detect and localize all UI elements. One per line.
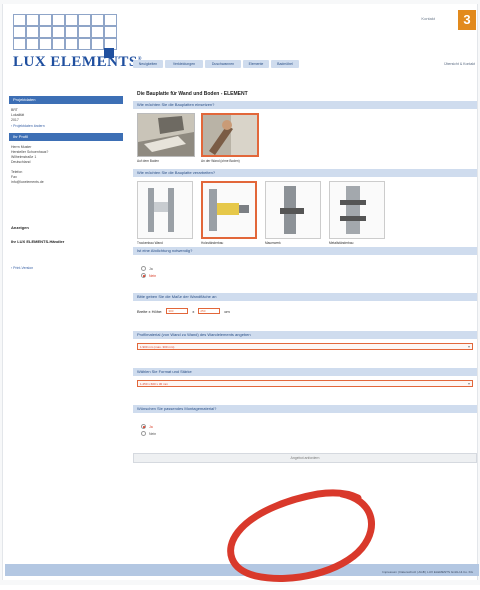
logo-grid-cell (39, 38, 52, 50)
logo-grid-cell (26, 14, 39, 26)
sidebar-print-link[interactable]: › Print-Version (9, 265, 123, 271)
chevron-down-icon: ▾ (467, 344, 470, 349)
footer-text: Impressum | Datenschutz | AGB | LUX ELEM… (382, 570, 473, 574)
dimensions-row: Breite x Höhe: 300 x 250 cm (133, 305, 477, 317)
sealing-yes-radio[interactable] (141, 266, 146, 271)
height-input[interactable]: 250 (198, 308, 221, 314)
logo-grid-cell (52, 26, 65, 38)
logo-grid-cell (13, 38, 26, 50)
timber-frame-diagram (209, 189, 249, 231)
logo-grid-cell (39, 26, 52, 38)
usage-options: Auf dem Boden An der Wand (ohne Boden) (133, 113, 477, 169)
mounting-no-option[interactable]: Nein (133, 430, 477, 437)
question-profile: Profilmaterial (von Wand zu Wand) des Wa… (133, 331, 477, 339)
page: Kontakt LUX ELEMENTS® Neuigkeiten Verkle… (0, 0, 480, 585)
chevron-down-icon: ▾ (467, 381, 470, 386)
question-sealing: Ist eine Abdichtung notwendig? (133, 247, 477, 255)
drywall-diagram (148, 188, 174, 232)
metal-frame-diagram (340, 186, 366, 234)
logo-grid-cell (104, 14, 117, 26)
question-format: Wählen Sie Format und Stärke (133, 368, 477, 376)
masonry-caption: Mauerwerk (265, 241, 281, 245)
wall-photo-image (203, 115, 257, 155)
request-quote-button[interactable]: Angebot anfordern (133, 453, 477, 463)
logo-grid-cell (78, 14, 91, 26)
page-number-badge: 3 (458, 10, 476, 30)
brand-logo-text: LUX ELEMENTS (13, 54, 138, 70)
page-title: Die Bauplatte für Wand und Boden - ELEME… (137, 91, 248, 97)
logo-grid-cell (91, 38, 104, 50)
sidebar-project-heading: Projektdaten (9, 96, 123, 104)
mounting-yes-label: Ja (149, 424, 153, 429)
nav-tab-cladding[interactable]: Verkleidungen (165, 60, 203, 68)
brochure-page: Kontakt LUX ELEMENTS® Neuigkeiten Verkle… (2, 4, 479, 580)
nav-overview-link[interactable]: Übersicht & Kontakt (444, 60, 475, 68)
logo-grid-cell (26, 38, 39, 50)
mounting-yes-option[interactable]: Ja (133, 423, 477, 430)
nav-tab-shower-trays[interactable]: Duschwannen (205, 60, 241, 68)
logo-grid-cell (65, 38, 78, 50)
question-dimensions: Bitte geben Sie die Maße der Wandfläche … (133, 293, 477, 301)
floor-photo-option[interactable] (137, 113, 195, 157)
dimensions-label: Breite x Höhe: (137, 308, 163, 314)
floor-photo-image (138, 114, 194, 156)
sealing-no-label: Nein (149, 273, 157, 278)
mounting-yes-radio[interactable] (141, 424, 146, 429)
format-select[interactable]: 1.250 x 600 x 30 mm ▾ (137, 380, 473, 387)
nav-tab-elements[interactable]: Elemente (243, 60, 269, 68)
format-select-value: 1.250 x 600 x 30 mm (140, 382, 169, 386)
sidebar-profile-heading: Ihr Profil (9, 133, 123, 141)
question-processing: Wie möchten Sie die Bauplatte verarbeite… (133, 169, 477, 177)
sealing-no-radio[interactable] (141, 273, 146, 278)
configurator-form: Die Bauplatte für Wand und Boden - ELEME… (133, 88, 477, 463)
profile-select[interactable]: 1.900 mm (max. 300 mm) ▾ (137, 343, 473, 350)
question-mounting: Wünschen Sie passendes Montagematerial? (133, 405, 477, 413)
sealing-yes-option[interactable]: Ja (133, 265, 477, 272)
logo-grid-cell (26, 26, 39, 38)
wall-photo-caption: An der Wand (ohne Boden) (201, 159, 240, 163)
logo-grid-cell (91, 26, 104, 38)
dimensions-times: x (192, 308, 195, 314)
logo-grid-cell (91, 14, 104, 26)
logo-grid-cell (104, 26, 117, 38)
mounting-no-label: Nein (149, 431, 157, 436)
top-contact-link[interactable]: Kontakt (421, 16, 435, 21)
nav-tab-bath-furniture[interactable]: Badmöbel (271, 60, 299, 68)
logo-grid-cell (78, 26, 91, 38)
processing-options: Trockenbau Wand Holzständerbau Mauerwerk… (133, 181, 477, 247)
profile-select-value: 1.900 mm (max. 300 mm) (140, 345, 175, 349)
logo-grid-cell (65, 26, 78, 38)
floor-photo-caption: Auf dem Boden (137, 159, 159, 163)
question-usage: Wie möchten Sie die Bauplatten einsetzen… (133, 101, 477, 109)
masonry-diagram (280, 186, 304, 234)
timber-frame-option[interactable] (201, 181, 257, 239)
brand-logo[interactable]: LUX ELEMENTS® (13, 54, 142, 71)
sealing-yes-label: Ja (149, 266, 153, 271)
drywall-caption: Trockenbau Wand (137, 241, 163, 245)
logo-grid-cell (52, 38, 65, 50)
logo-grid-cell (52, 14, 65, 26)
logo-grid-cell (78, 38, 91, 50)
dimensions-unit: cm (224, 308, 230, 314)
logo-grid-cell (13, 14, 26, 26)
nav-tab-news[interactable]: Neuigkeiten (133, 60, 163, 68)
metal-frame-caption: Metallständerbau (329, 241, 354, 245)
wall-photo-option[interactable] (201, 113, 259, 157)
masonry-option[interactable] (265, 181, 321, 239)
mounting-no-radio[interactable] (141, 431, 146, 436)
metal-frame-option[interactable] (329, 181, 385, 239)
logo-grid-cell (39, 14, 52, 26)
drywall-option[interactable] (137, 181, 193, 239)
sealing-no-option[interactable]: Nein (133, 272, 477, 279)
logo-grid-cell (65, 14, 78, 26)
timber-frame-caption: Holzständerbau (201, 241, 224, 245)
logo-grid-cell (13, 26, 26, 38)
sidebar: Projektdaten BRT Lokalität 2017 › Projek… (9, 96, 123, 271)
main-nav: Neuigkeiten Verkleidungen Duschwannen El… (133, 60, 477, 68)
width-input[interactable]: 300 (166, 308, 189, 314)
